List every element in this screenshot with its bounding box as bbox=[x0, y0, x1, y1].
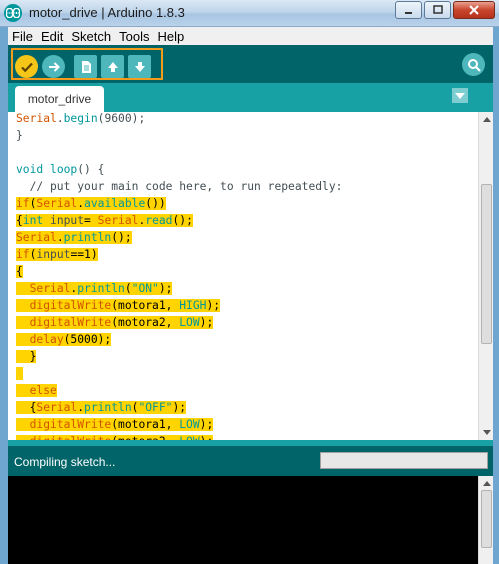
toolbar bbox=[8, 45, 493, 83]
scroll-down-icon[interactable] bbox=[481, 427, 492, 438]
compile-progress-bar bbox=[320, 452, 488, 469]
code-line[interactable]: if(Serial.available()) bbox=[16, 195, 342, 212]
code-line[interactable]: // put your main code here, to run repea… bbox=[16, 178, 343, 195]
code-line[interactable]: Serial.println("ON"); bbox=[16, 280, 342, 297]
status-bar: Compiling sketch... bbox=[8, 446, 493, 476]
maximize-icon bbox=[432, 5, 443, 14]
arrow-up-icon bbox=[107, 61, 118, 72]
code-line-text: Serial.begin(9600); bbox=[16, 112, 146, 125]
code-line-text: digitalWrite(motora1, HIGH); bbox=[16, 299, 221, 312]
open-button[interactable] bbox=[101, 55, 124, 78]
scroll-up-icon[interactable] bbox=[481, 114, 492, 125]
code-line-text: } bbox=[16, 129, 23, 142]
menu-sketch[interactable]: Sketch bbox=[67, 29, 115, 44]
code-line[interactable]: } bbox=[16, 348, 342, 365]
editor-scrollbar[interactable] bbox=[478, 112, 493, 440]
code-line[interactable]: digitalWrite(motora2, LOW); bbox=[16, 314, 342, 331]
code-line-text: if(input==1) bbox=[16, 248, 98, 261]
code-line-text: { bbox=[16, 265, 23, 278]
magnifier-icon bbox=[467, 58, 481, 72]
chevron-down-icon bbox=[455, 92, 465, 99]
save-button[interactable] bbox=[128, 55, 151, 78]
upload-button[interactable] bbox=[42, 55, 65, 78]
code-line[interactable]: digitalWrite(motora1, LOW); bbox=[16, 416, 342, 433]
checkmark-icon bbox=[20, 62, 33, 72]
new-sketch-button[interactable] bbox=[74, 55, 97, 78]
code-line[interactable]: { bbox=[16, 263, 342, 280]
verify-button[interactable] bbox=[15, 55, 38, 78]
code-line-text: Serial.println("ON"); bbox=[16, 282, 173, 295]
scrollbar-thumb[interactable] bbox=[481, 184, 492, 344]
code-line[interactable]: if(input==1) bbox=[16, 246, 342, 263]
code-line[interactable]: Serial.println(); bbox=[16, 229, 342, 246]
minimize-button[interactable] bbox=[395, 1, 422, 19]
code-line-text: else bbox=[16, 384, 57, 397]
code-line-text: if(Serial.available()) bbox=[16, 197, 166, 210]
scrollbar-thumb[interactable] bbox=[481, 490, 492, 548]
code-line[interactable]: void loop() { bbox=[16, 161, 342, 178]
menu-bar: File Edit Sketch Tools Help bbox=[8, 27, 493, 45]
title-bar: motor_drive | Arduino 1.8.3 bbox=[0, 0, 499, 27]
window-title: motor_drive | Arduino 1.8.3 bbox=[29, 5, 185, 20]
new-file-icon bbox=[81, 60, 91, 73]
arduino-logo-icon bbox=[4, 4, 22, 22]
code-line[interactable]: digitalWrite(motora1, HIGH); bbox=[16, 297, 342, 314]
serial-monitor-button[interactable] bbox=[462, 53, 485, 76]
arrow-right-icon bbox=[48, 61, 60, 72]
menu-edit[interactable]: Edit bbox=[37, 29, 67, 44]
code-line-text: void loop() { bbox=[16, 163, 105, 176]
code-line[interactable]: digitalWrite(motora2, LOW); bbox=[16, 433, 342, 440]
code-line-text bbox=[16, 367, 23, 380]
code-line-text: delay(5000); bbox=[16, 333, 112, 346]
status-message: Compiling sketch... bbox=[14, 455, 116, 469]
code-line-text: {Serial.println("OFF"); bbox=[16, 401, 187, 414]
code-line[interactable]: {Serial.println("OFF"); bbox=[16, 399, 342, 416]
code-line-text: digitalWrite(motora2, LOW); bbox=[16, 316, 214, 329]
console-scrollbar[interactable] bbox=[478, 476, 493, 564]
tab-menu-button[interactable] bbox=[452, 88, 468, 103]
code-line[interactable] bbox=[16, 144, 342, 161]
minimize-icon bbox=[404, 12, 412, 14]
menu-help[interactable]: Help bbox=[153, 29, 188, 44]
menu-tools[interactable]: Tools bbox=[115, 29, 153, 44]
console-output[interactable] bbox=[8, 476, 478, 564]
code-line[interactable]: Serial.begin(9600); bbox=[16, 112, 342, 127]
code-line-text: digitalWrite(motora1, LOW); bbox=[16, 418, 214, 431]
code-line[interactable]: else bbox=[16, 382, 342, 399]
code-line[interactable]: {int input= Serial.read(); bbox=[16, 212, 342, 229]
tab-motor-drive[interactable]: motor_drive bbox=[15, 86, 104, 112]
code-line-text: } bbox=[16, 350, 37, 363]
menu-file[interactable]: File bbox=[8, 29, 37, 44]
code-line-text: {int input= Serial.read(); bbox=[16, 214, 193, 227]
arrow-down-icon bbox=[134, 61, 145, 72]
code-line-text: Serial.println(); bbox=[16, 231, 132, 244]
close-button[interactable] bbox=[453, 1, 495, 19]
close-icon bbox=[469, 5, 479, 15]
code-line[interactable] bbox=[16, 365, 342, 382]
code-line[interactable]: delay(5000); bbox=[16, 331, 342, 348]
code-editor[interactable]: Serial.begin(9600);} void loop() { // pu… bbox=[8, 112, 478, 440]
scroll-up-icon[interactable] bbox=[481, 478, 492, 489]
code-content[interactable]: Serial.begin(9600);} void loop() { // pu… bbox=[16, 112, 342, 440]
toolbar-button-group bbox=[11, 48, 163, 80]
code-line[interactable]: } bbox=[16, 127, 342, 144]
maximize-button[interactable] bbox=[424, 1, 451, 19]
code-line-text: // put your main code here, to run repea… bbox=[16, 180, 343, 193]
tab-strip: motor_drive bbox=[8, 83, 493, 112]
